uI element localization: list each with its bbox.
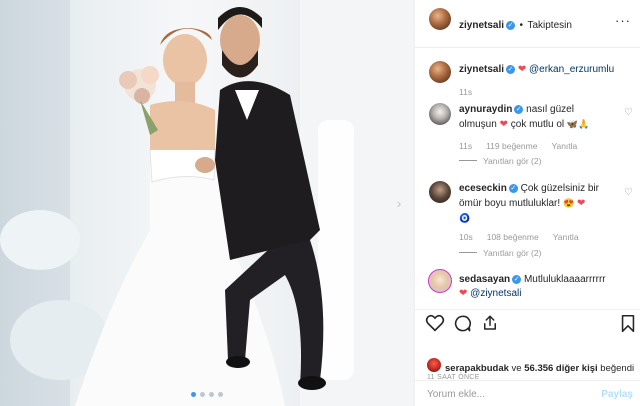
comment-time[interactable]: 11s	[459, 141, 472, 151]
comment-input[interactable]: Yorum ekle...	[427, 389, 485, 400]
comment-text: olmuşun	[459, 119, 497, 130]
comment-text: ömür boyu mutluluklar!	[459, 198, 561, 209]
view-replies[interactable]: Yanıtları gör (2)	[459, 248, 541, 258]
avatar[interactable]	[427, 358, 441, 372]
share-icon[interactable]	[481, 314, 499, 332]
comment-username[interactable]: eceseckin	[459, 183, 507, 194]
carousel-dot	[200, 392, 205, 397]
more-horizontal-icon[interactable]: ···	[615, 13, 631, 28]
comment-username[interactable]: sedasayan	[459, 274, 510, 285]
view-replies-label: Yanıtları gör (2)	[483, 248, 542, 258]
comment-like-heart-icon[interactable]: ♡	[624, 107, 633, 118]
butterfly-emoji-icon: 🦋	[566, 119, 579, 129]
nazar-amulet-emoji-icon: 🧿	[459, 213, 471, 223]
post-comment-button[interactable]: Paylaş	[601, 389, 633, 400]
bookmark-icon[interactable]	[621, 314, 635, 333]
post-panel: ziynetsali ✓ • Takiptesin ··· ziynetsali ✓…	[414, 0, 640, 406]
comment-like-heart-icon[interactable]: ♡	[624, 187, 633, 198]
avatar[interactable]	[428, 269, 452, 293]
reply-button[interactable]: Yanıtla	[551, 141, 577, 151]
praying-hands-emoji-icon: 🙏	[578, 119, 590, 129]
comment: eceseckin ✓ Çok güzelsiniz bir ömür boyu …	[459, 182, 619, 226]
reply-button[interactable]: Yanıtla	[553, 232, 579, 242]
wedding-photo	[0, 0, 414, 406]
avatar[interactable]	[429, 61, 451, 83]
caption-mention[interactable]: @erkan_erzurumlu	[529, 64, 614, 75]
post-photo[interactable]: ›	[0, 0, 414, 406]
comment: sedasayan ✓ Mutluluklaaaarrrrrr ❤ @ziynet…	[459, 273, 619, 301]
heart-emoji-icon: ❤	[576, 198, 586, 209]
verified-icon: ✓	[506, 65, 516, 74]
comment: aynuraydin ✓ nasıl güzel olmuşun ❤ çok mu…	[459, 103, 619, 132]
heart-eyes-emoji-icon: 😍	[562, 198, 575, 208]
comment-meta: 10s 108 beğenme Yanıtla	[459, 232, 593, 242]
caption-time[interactable]: 11s	[459, 87, 472, 97]
carousel-dot	[191, 392, 196, 397]
like-heart-icon[interactable]	[425, 314, 445, 332]
heart-emoji-icon: ❤	[499, 119, 508, 130]
comments-section: ziynetsali ✓ ❤ @erkan_erzurumlu 11s aynur…	[415, 49, 640, 309]
caption: ziynetsali ✓ ❤ @erkan_erzurumlu	[459, 63, 614, 77]
comment-input-area: Yorum ekle... Paylaş	[415, 380, 640, 406]
comment-text: Çok güzelsiniz bir	[520, 183, 599, 194]
verified-icon: ✓	[506, 21, 516, 30]
likes-summary: serapakbudak ve 56.356 diğer kişi beğend…	[445, 363, 634, 374]
view-replies[interactable]: Yanıtları gör (2)	[459, 156, 541, 166]
comment-likes[interactable]: 119 beğenme	[486, 141, 537, 151]
caption-meta: 11s	[459, 87, 486, 97]
likes-count[interactable]: 56.356 diğer kişi	[524, 363, 597, 374]
comment-meta: 11s 119 beğenme Yanıtla	[459, 141, 591, 151]
following-status[interactable]: Takiptesin	[527, 20, 571, 31]
carousel-dots	[0, 392, 414, 397]
comment-mention[interactable]: @ziynetsali	[470, 288, 521, 299]
avatar[interactable]	[429, 181, 451, 203]
view-replies-label: Yanıtları gör (2)	[483, 156, 542, 166]
avatar[interactable]	[429, 8, 451, 30]
follow-dot: •	[519, 20, 523, 31]
carousel-dot	[209, 392, 214, 397]
verified-icon: ✓	[514, 105, 524, 114]
post-header: ziynetsali ✓ • Takiptesin ···	[415, 0, 640, 48]
verified-icon: ✓	[512, 275, 522, 284]
comment-text: çok mutlu ol	[510, 119, 565, 130]
post-username[interactable]: ziynetsali	[459, 20, 504, 31]
avatar[interactable]	[429, 103, 451, 125]
next-photo-arrow[interactable]: ›	[392, 196, 406, 210]
likes-suffix: beğendi	[600, 363, 635, 374]
carousel-dot	[218, 392, 223, 397]
likes-connector: ve	[511, 363, 522, 374]
verified-icon: ✓	[508, 184, 518, 193]
comment-text: Mutluluklaaaarrrrrr	[523, 274, 606, 285]
comment-text: nasıl güzel	[526, 104, 574, 115]
caption-username[interactable]: ziynetsali	[459, 64, 504, 75]
heart-emoji-icon: ❤	[517, 64, 527, 75]
header-title: ziynetsali ✓ • Takiptesin	[459, 15, 572, 33]
heart-emoji-icon: ❤	[459, 288, 468, 299]
comment-time[interactable]: 10s	[459, 232, 473, 242]
comment-username[interactable]: aynuraydin	[459, 104, 512, 115]
comment-bubble-icon[interactable]	[453, 314, 472, 333]
liker-username[interactable]: serapakbudak	[445, 363, 509, 374]
comment-likes[interactable]: 108 beğenme	[487, 232, 539, 242]
